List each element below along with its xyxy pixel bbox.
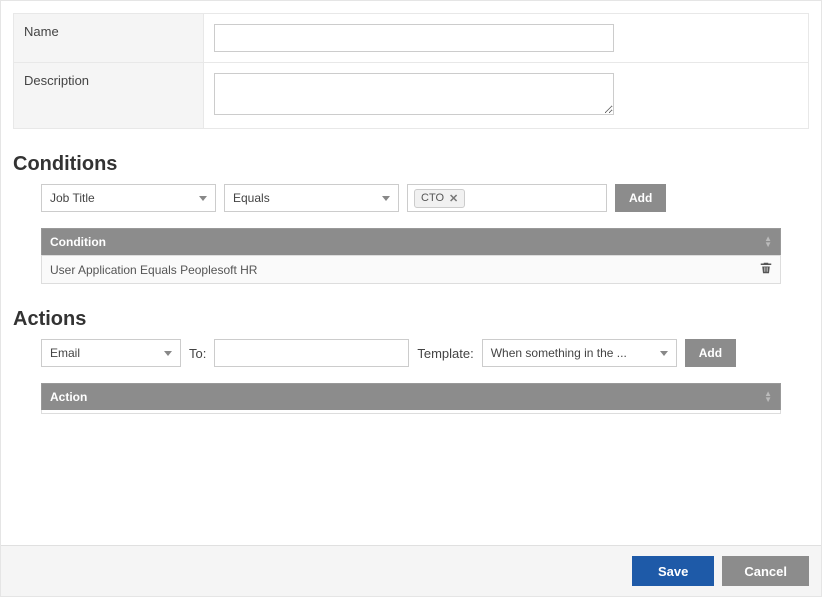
conditions-builder-row: Job Title Equals CTO ✕ Add xyxy=(41,184,809,212)
save-button[interactable]: Save xyxy=(632,556,714,586)
description-cell xyxy=(204,63,809,129)
template-label: Template: xyxy=(417,346,473,361)
action-template-select[interactable]: When something in the ... xyxy=(482,339,677,367)
actions-table: Action ▲▼ xyxy=(41,383,781,414)
condition-field-value: Job Title xyxy=(50,191,95,205)
action-type-value: Email xyxy=(50,346,80,360)
to-label: To: xyxy=(189,346,206,361)
condition-field-select[interactable]: Job Title xyxy=(41,184,216,212)
actions-builder-row: Email To: Template: When something in th… xyxy=(41,339,809,367)
chevron-down-icon xyxy=(660,351,668,356)
conditions-table-header[interactable]: Condition ▲▼ xyxy=(41,228,781,255)
actions-table-empty xyxy=(41,410,781,414)
condition-row: User Application Equals Peoplesoft HR xyxy=(41,255,781,284)
name-input[interactable] xyxy=(214,24,614,52)
action-template-value: When something in the ... xyxy=(491,346,627,360)
action-to-input[interactable] xyxy=(214,339,409,367)
description-input[interactable] xyxy=(214,73,614,115)
actions-table-header-label: Action xyxy=(50,390,87,404)
trash-icon xyxy=(760,262,772,274)
name-cell xyxy=(204,14,809,63)
actions-add-button[interactable]: Add xyxy=(685,339,736,367)
sort-icon[interactable]: ▲▼ xyxy=(764,391,772,403)
action-type-select[interactable]: Email xyxy=(41,339,181,367)
chevron-down-icon xyxy=(382,196,390,201)
actions-heading: Actions xyxy=(13,308,809,331)
conditions-heading: Conditions xyxy=(13,153,809,176)
conditions-add-button[interactable]: Add xyxy=(615,184,666,212)
delete-condition-button[interactable] xyxy=(760,262,772,277)
chevron-down-icon xyxy=(164,351,172,356)
condition-operator-value: Equals xyxy=(233,191,270,205)
conditions-table: Condition ▲▼ User Application Equals Peo… xyxy=(41,228,781,284)
chip-remove-icon[interactable]: ✕ xyxy=(449,192,458,205)
chevron-down-icon xyxy=(199,196,207,201)
page-container: Name Description Conditions Job Title Eq… xyxy=(0,0,822,597)
description-label: Description xyxy=(14,63,204,129)
footer-bar: Save Cancel xyxy=(1,545,821,596)
actions-table-header[interactable]: Action ▲▼ xyxy=(41,383,781,410)
name-label: Name xyxy=(14,14,204,63)
content-area: Name Description Conditions Job Title Eq… xyxy=(1,1,821,426)
conditions-table-header-label: Condition xyxy=(50,235,106,249)
cancel-button[interactable]: Cancel xyxy=(722,556,809,586)
condition-chip-label: CTO xyxy=(421,192,444,204)
sort-icon[interactable]: ▲▼ xyxy=(764,236,772,248)
condition-row-text: User Application Equals Peoplesoft HR xyxy=(50,263,257,277)
condition-operator-select[interactable]: Equals xyxy=(224,184,399,212)
condition-value-input[interactable]: CTO ✕ xyxy=(407,184,607,212)
condition-chip: CTO ✕ xyxy=(414,189,465,208)
form-table: Name Description xyxy=(13,13,809,129)
